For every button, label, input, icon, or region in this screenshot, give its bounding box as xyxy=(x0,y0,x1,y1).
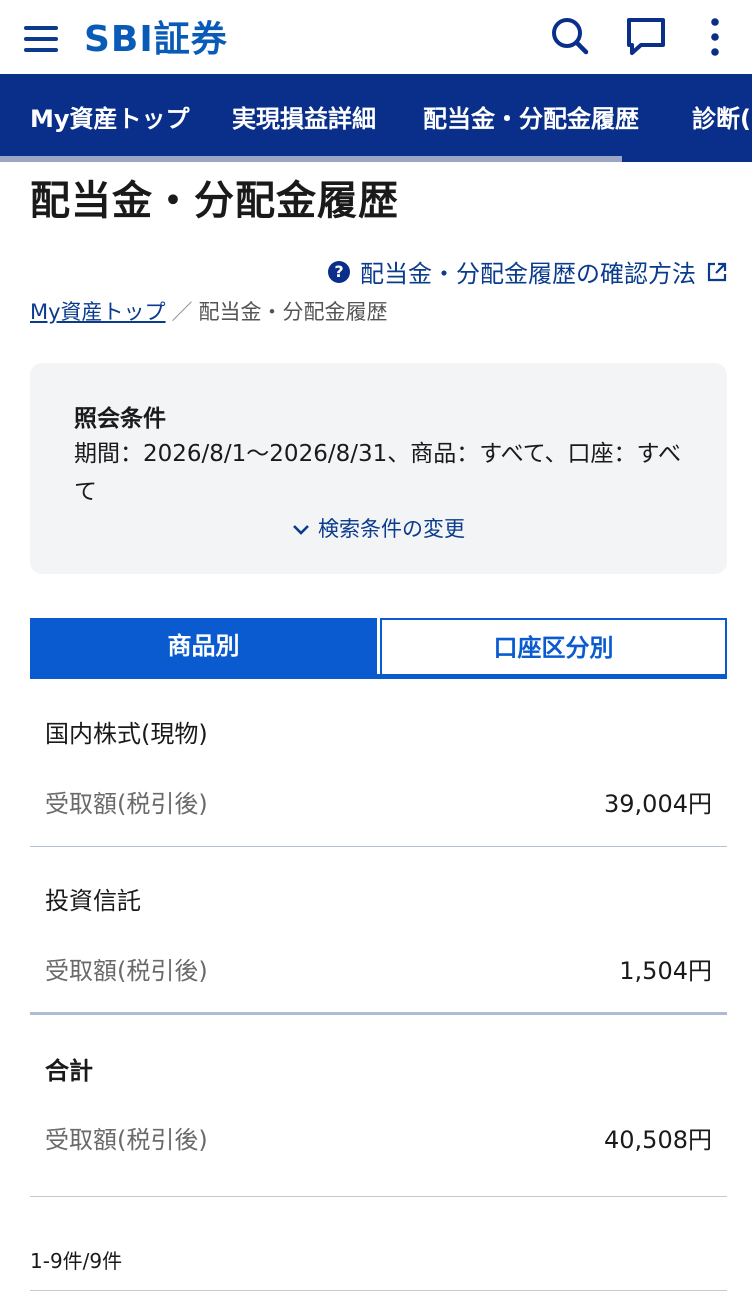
row-label-domestic-stocks: 受取額(税引後) xyxy=(45,790,208,818)
row-divider xyxy=(30,1290,727,1291)
nav-tab-my-assets-top[interactable]: My資産トップ xyxy=(30,74,190,162)
tab-by-product[interactable]: 商品別 xyxy=(30,618,377,674)
app-header: SBI証券 xyxy=(0,0,752,74)
conditions-heading: 照会条件 xyxy=(74,406,166,432)
sbi-logo[interactable]: SBI証券 xyxy=(84,12,228,60)
row-value-domestic-stocks: 39,004円 xyxy=(604,790,712,818)
view-toggle: 商品別 口座区分別 xyxy=(30,618,727,679)
breadcrumb-current: 配当金・分配金履歴 xyxy=(198,300,388,324)
conditions-summary: 期間：2026/8/1〜2026/8/31、商品：すべて、口座：すべて xyxy=(74,441,681,505)
nav-tab-diagnosis[interactable]: 診断( xyxy=(692,74,751,162)
external-link-icon xyxy=(707,262,727,281)
help-link-label: 配当金・分配金履歴の確認方法 xyxy=(360,260,696,288)
question-circle-icon: ? xyxy=(328,260,350,283)
chevron-down-icon xyxy=(293,525,309,535)
nav-tab-dividend-history[interactable]: 配当金・分配金履歴 xyxy=(423,74,639,162)
row-label-investment-trusts: 受取額(税引後) xyxy=(45,957,208,985)
row-title-domestic-stocks: 国内株式(現物) xyxy=(45,720,208,748)
row-divider xyxy=(30,1196,727,1197)
breadcrumb: My資産トップ／配当金・分配金履歴 xyxy=(30,296,388,326)
nav-scroll-indicator xyxy=(0,156,622,162)
total-title: 合計 xyxy=(45,1057,93,1085)
nav-tab-realized-pl[interactable]: 実現損益詳細 xyxy=(232,74,376,162)
row-divider xyxy=(30,846,727,847)
chat-icon[interactable] xyxy=(624,14,668,58)
breadcrumb-separator: ／ xyxy=(171,300,193,324)
row-title-investment-trusts: 投資信託 xyxy=(45,887,141,915)
search-icon[interactable] xyxy=(548,14,592,58)
menu-icon[interactable] xyxy=(24,22,60,56)
total-divider xyxy=(30,1012,727,1015)
change-conditions-button[interactable]: 検索条件の変更 xyxy=(30,513,727,543)
tab-by-account-type[interactable]: 口座区分別 xyxy=(380,618,727,674)
total-value: 40,508円 xyxy=(604,1126,712,1154)
more-vertical-icon[interactable] xyxy=(700,14,730,58)
change-conditions-label: 検索条件の変更 xyxy=(318,517,465,541)
help-link[interactable]: ? 配当金・分配金履歴の確認方法 xyxy=(328,254,728,289)
search-conditions-panel: 照会条件 期間：2026/8/1〜2026/8/31、商品：すべて、口座：すべて… xyxy=(30,363,727,574)
row-value-investment-trusts: 1,504円 xyxy=(619,957,712,985)
total-label: 受取額(税引後) xyxy=(45,1126,208,1154)
breadcrumb-home-link[interactable]: My資産トップ xyxy=(30,300,166,324)
tab-underline xyxy=(30,674,727,679)
result-count: 1-9件/9件 xyxy=(30,1249,123,1273)
asset-nav-bar: My資産トップ 実現損益詳細 配当金・分配金履歴 診断( xyxy=(0,74,752,162)
page-title: 配当金・分配金履歴 xyxy=(30,178,399,224)
